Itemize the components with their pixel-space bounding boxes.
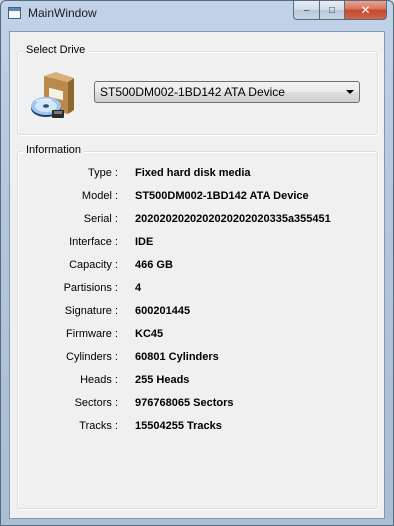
capacity-value: 466 GB xyxy=(135,259,173,271)
tracks-value: 15504255 Tracks xyxy=(135,420,222,432)
select-drive-title: Select Drive xyxy=(23,44,89,56)
select-drive-group: Select Drive ST500DM002-1BD142 ATA Devic… xyxy=(17,44,378,135)
capacity-label: Capacity : xyxy=(69,259,118,271)
sectors-label: Sectors : xyxy=(74,397,118,409)
caption-buttons: – □ ✕ xyxy=(293,1,387,20)
title-bar[interactable]: MainWindow – □ ✕ xyxy=(1,1,393,27)
interface-label: Interface : xyxy=(69,236,118,248)
signature-label: Signature : xyxy=(64,305,118,317)
info-row-partitions: Partisions : 4 xyxy=(18,279,379,297)
maximize-icon: □ xyxy=(328,4,336,16)
info-row-heads: Heads : 255 Heads xyxy=(18,371,379,389)
information-title: Information xyxy=(23,144,85,156)
model-label: Model : xyxy=(81,190,118,202)
model-value: ST500DM002-1BD142 ATA Device xyxy=(135,190,309,202)
partitions-value: 4 xyxy=(135,282,142,294)
info-row-tracks: Tracks : 15504255 Tracks xyxy=(18,417,379,435)
info-row-capacity: Capacity : 466 GB xyxy=(18,256,379,274)
interface-value: IDE xyxy=(135,236,154,248)
cylinders-label: Cylinders : xyxy=(66,351,118,363)
info-row-cylinders: Cylinders : 60801 Cylinders xyxy=(18,348,379,366)
info-row-type: Type : Fixed hard disk media xyxy=(18,164,379,182)
serial-value: 2020202020202020202020335a355451 xyxy=(135,213,331,225)
firmware-label: Firmware : xyxy=(66,328,118,340)
sectors-value: 976768065 Sectors xyxy=(135,397,234,409)
info-row-serial: Serial : 2020202020202020202020335a35545… xyxy=(18,210,379,228)
info-row-signature: Signature : 600201445 xyxy=(18,302,379,320)
firmware-value: KC45 xyxy=(135,328,164,340)
information-group: Information Type : Fixed hard disk media… xyxy=(17,144,379,509)
heads-value: 255 Heads xyxy=(135,374,190,386)
info-row-firmware: Firmware : KC45 xyxy=(18,325,379,343)
main-window: MainWindow – □ ✕ Select Drive ST500DM002… xyxy=(0,0,394,526)
maximize-button[interactable]: □ xyxy=(319,1,344,20)
minimize-icon: – xyxy=(303,4,310,16)
type-label: Type : xyxy=(88,167,118,179)
close-icon: ✕ xyxy=(360,3,371,17)
window-title: MainWindow xyxy=(28,6,97,20)
close-button[interactable]: ✕ xyxy=(344,1,387,20)
serial-label: Serial : xyxy=(83,213,118,225)
cylinders-value: 60801 Cylinders xyxy=(135,351,219,363)
drive-select-value: ST500DM002-1BD142 ATA Device xyxy=(100,85,285,99)
tracks-label: Tracks : xyxy=(79,420,118,432)
partitions-label: Partisions : xyxy=(63,282,118,294)
info-row-sectors: Sectors : 976768065 Sectors xyxy=(18,394,379,412)
client-area: Select Drive ST500DM002-1BD142 ATA Devic… xyxy=(9,31,385,519)
info-row-interface: Interface : IDE xyxy=(18,233,379,251)
type-value: Fixed hard disk media xyxy=(135,167,251,179)
window-icon[interactable] xyxy=(8,7,21,19)
drive-select[interactable]: ST500DM002-1BD142 ATA Device xyxy=(94,81,360,103)
chevron-down-icon[interactable] xyxy=(346,90,354,94)
heads-label: Heads : xyxy=(80,374,118,386)
disk-drive-box-icon xyxy=(31,72,74,118)
minimize-button[interactable]: – xyxy=(293,1,319,20)
info-row-model: Model : ST500DM002-1BD142 ATA Device xyxy=(18,187,379,205)
signature-value: 600201445 xyxy=(135,305,191,317)
